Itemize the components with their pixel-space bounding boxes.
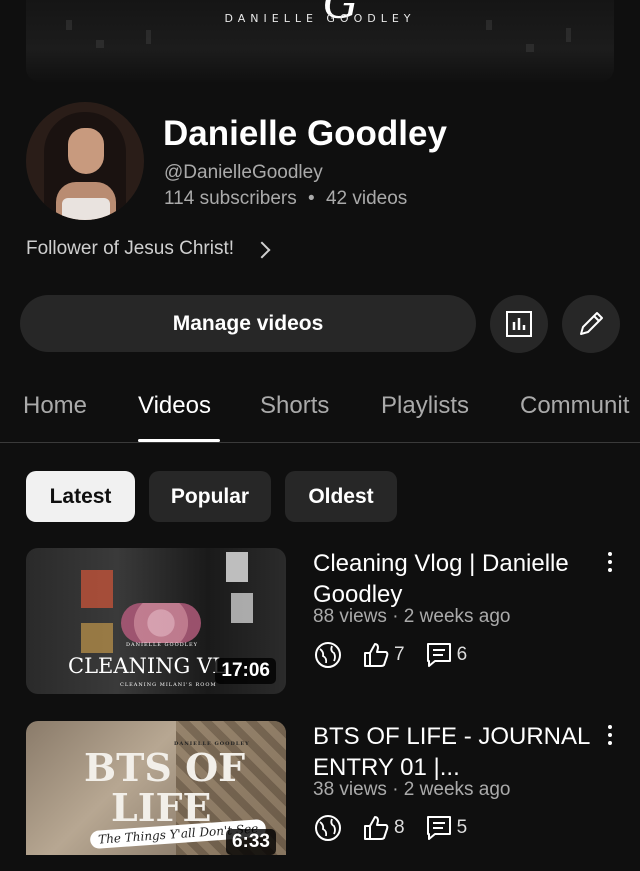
channel-handle: @DanielleGoodley [164,162,323,183]
video-title[interactable]: Cleaning Vlog | Danielle Goodley [313,548,598,610]
edit-channel-button[interactable] [562,295,620,353]
video-count: 42 videos [325,188,408,209]
video-meta: 38 views · 2 weeks ago [313,779,511,800]
like-icon[interactable] [362,814,390,842]
like-icon[interactable] [362,641,390,669]
video-list-item[interactable]: DANIELLE GOODLEY BTS OF LIFE The Things … [0,721,640,871]
channel-description: Follower of Jesus Christ! [26,238,235,259]
globe-icon [315,815,341,841]
analytics-icon [506,311,532,337]
thumbnail-title-text: CLEANING VL [68,654,227,678]
comment-icon[interactable] [425,814,453,842]
manage-videos-button[interactable]: Manage videos [20,295,476,352]
subscriber-count: 114 subscribers [164,188,297,209]
tab-playlists[interactable]: Playlists [381,392,469,420]
channel-name: Danielle Goodley [163,114,447,153]
filter-popular-chip[interactable]: Popular [149,471,271,522]
channel-banner[interactable]: G DANIELLE GOODLEY [26,0,614,82]
tab-videos[interactable]: Videos [138,392,211,420]
tab-community[interactable]: Communit [520,392,629,420]
more-options-icon[interactable] [607,725,613,749]
video-list-item[interactable]: DANIELLE GOODLEY CLEANING VL CLEANING MI… [0,548,640,698]
channel-tabs: Home Videos Shorts Playlists Communit [0,380,640,443]
video-actions: 7 6 [314,641,487,669]
like-count: 8 [394,817,405,838]
banner-brand-text: DANIELLE GOODLEY [224,12,416,25]
comment-count: 6 [456,644,468,665]
globe-icon [315,642,341,668]
video-duration: 6:33 [225,829,276,855]
analytics-button[interactable] [490,295,548,353]
like-count: 7 [394,644,405,665]
active-tab-indicator [138,439,220,442]
thumbnail-title-text: BTS OF [84,745,246,790]
video-meta: 88 views · 2 weeks ago [313,606,511,627]
channel-avatar[interactable] [26,102,144,220]
tab-shorts[interactable]: Shorts [260,392,329,420]
channel-stats: 114 subscribers • 42 videos [164,188,407,210]
pencil-icon [580,312,603,335]
channel-about-link[interactable]: Follower of Jesus Christ! [26,238,271,260]
tab-home[interactable]: Home [23,392,87,420]
chevron-right-icon [253,241,271,258]
filter-latest-chip[interactable]: Latest [26,471,135,522]
video-title[interactable]: BTS OF LIFE - JOURNAL ENTRY 01 |... [313,721,598,783]
more-options-icon[interactable] [607,552,613,576]
comment-icon[interactable] [425,641,453,669]
video-thumbnail[interactable]: DANIELLE GOODLEY CLEANING VL CLEANING MI… [26,548,286,694]
video-actions: 8 5 [314,814,487,842]
video-thumbnail[interactable]: DANIELLE GOODLEY BTS OF LIFE The Things … [26,721,286,855]
stats-separator: • [308,188,315,209]
thumbnail-brand-text: DANIELLE GOODLEY [126,642,198,648]
filter-oldest-chip[interactable]: Oldest [285,471,397,522]
thumbnail-subtitle-text: CLEANING MILANI'S ROOM [120,682,217,688]
comment-count: 5 [456,817,468,838]
video-duration: 17:06 [215,658,276,684]
